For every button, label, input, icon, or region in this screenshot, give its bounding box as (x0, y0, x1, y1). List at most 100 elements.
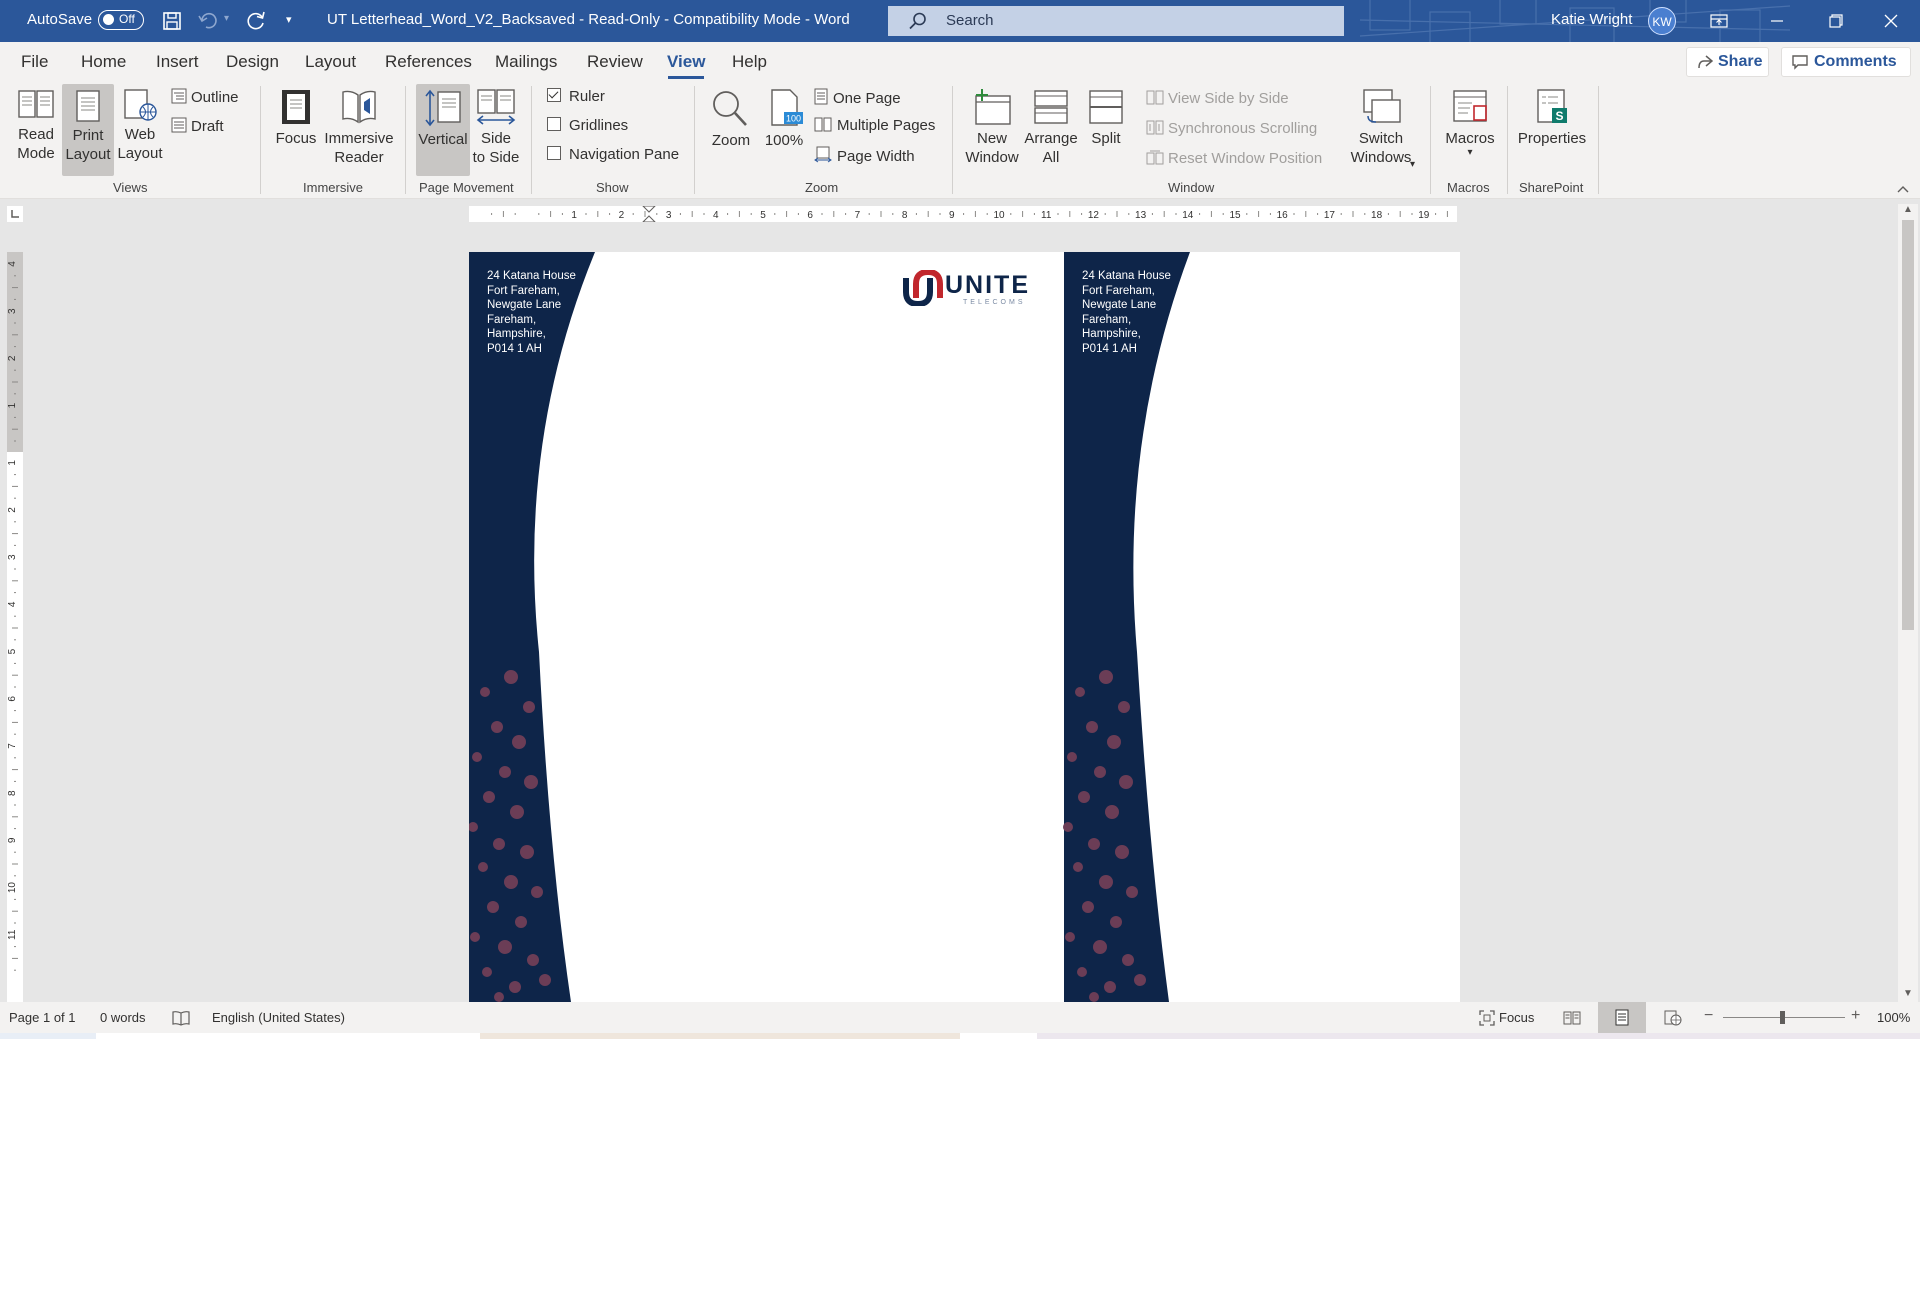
ruler-tick-label: 6 (7, 696, 18, 702)
split-button[interactable]: Split (1084, 88, 1128, 148)
customize-toolbar-icon[interactable]: ▾ (286, 13, 292, 26)
arrange-all-button[interactable]: Arrange All (1020, 88, 1082, 167)
new-window-button[interactable]: New Window (962, 88, 1022, 167)
restore-icon[interactable] (1806, 0, 1864, 42)
avatar[interactable]: KW (1648, 7, 1676, 35)
focus-mode-button[interactable]: Focus (1499, 1010, 1534, 1025)
multiple-pages-button[interactable]: Multiple Pages (814, 117, 935, 134)
group-separator (1507, 86, 1508, 194)
tab-file[interactable]: File (21, 52, 48, 72)
print-layout-view-button[interactable] (1598, 1002, 1646, 1033)
page-width-button[interactable]: Page Width (814, 146, 915, 165)
vertical-ruler-scale: 43211234567891011 (7, 252, 23, 971)
gridlines-checkbox[interactable]: Gridlines (547, 117, 628, 134)
tab-selector-icon[interactable] (7, 206, 23, 222)
autosave-toggle[interactable]: Off (98, 10, 144, 30)
scroll-up-icon[interactable]: ▲ (1903, 204, 1913, 215)
ruler-tick-label: 17 (1324, 210, 1336, 221)
zoom-in-icon[interactable]: + (1851, 1007, 1860, 1025)
scrollbar-thumb[interactable] (1902, 220, 1914, 630)
search-icon (909, 12, 926, 30)
user-name[interactable]: Katie Wright (1551, 11, 1632, 28)
save-icon[interactable] (162, 11, 182, 31)
tab-references[interactable]: References (385, 52, 472, 72)
web-layout-view-icon[interactable] (1664, 1010, 1682, 1026)
vertical-scrollbar[interactable]: ▲ ▼ (1898, 204, 1918, 1002)
page-count[interactable]: Page 1 of 1 (9, 1010, 76, 1025)
decorative-dot (1065, 932, 1075, 942)
switch-windows-button[interactable]: Switch Windows ▾ (1336, 88, 1426, 170)
horizontal-ruler[interactable]: 1234567891011121314151617181920 (469, 206, 1457, 222)
decorative-dot (1119, 775, 1133, 789)
comments-button[interactable]: Comments (1781, 47, 1911, 77)
collapse-ribbon-icon[interactable] (1896, 184, 1910, 194)
web-layout-button[interactable]: Web Layout (116, 88, 164, 163)
proofing-book-icon[interactable] (172, 1010, 190, 1026)
ruler-tick-label: 1 (571, 210, 577, 221)
decorative-dot (498, 940, 512, 954)
undo-dropdown-icon[interactable]: ▾ (224, 13, 229, 24)
redo-icon[interactable] (245, 11, 267, 31)
zoom-slider-thumb[interactable] (1780, 1011, 1785, 1024)
one-page-button[interactable]: One Page (814, 88, 901, 107)
print-layout-icon (76, 90, 100, 122)
tab-insert[interactable]: Insert (156, 52, 199, 72)
zoom-out-icon[interactable]: − (1704, 1007, 1713, 1025)
decorative-dot (491, 721, 503, 733)
ruler-tick-label: 6 (807, 210, 813, 221)
navigation-pane-checkbox[interactable]: Navigation Pane (547, 146, 679, 163)
decorative-dot (1093, 940, 1107, 954)
decorative-dot (1086, 721, 1098, 733)
split-label: Split (1091, 130, 1121, 147)
minimize-icon[interactable] (1748, 0, 1806, 42)
undo-icon[interactable] (198, 12, 222, 30)
tab-layout[interactable]: Layout (305, 52, 356, 72)
properties-label: Properties (1517, 130, 1587, 147)
ribbon-display-options-icon[interactable] (1690, 0, 1748, 42)
reset-window-position-button[interactable]: Reset Window Position (1146, 150, 1322, 167)
zoom-button[interactable]: Zoom (705, 88, 757, 150)
view-side-by-side-button[interactable]: View Side by Side (1146, 90, 1289, 107)
decorative-dot (1104, 981, 1116, 993)
ruler-checkbox[interactable]: Ruler (547, 88, 605, 105)
tab-review[interactable]: Review (587, 52, 643, 72)
tab-design[interactable]: Design (226, 52, 279, 72)
decorative-dot (504, 670, 518, 684)
print-layout-button[interactable]: Print Layout (62, 84, 114, 176)
read-mode-button[interactable]: Read Mode (8, 88, 64, 163)
scroll-down-icon[interactable]: ▼ (1903, 988, 1913, 999)
logo-wordmark: UNITE (945, 271, 1030, 299)
search-box[interactable]: Search (888, 6, 1344, 36)
vertical-button[interactable]: Vertical (416, 84, 470, 176)
title-bar: AutoSave Off ▾ ▾ UT Letterhead_Word_V2_B… (0, 0, 1920, 42)
language[interactable]: English (United States) (212, 1010, 345, 1025)
vertical-ruler[interactable]: 4 3 2 1 1 2 3 4 5 6 7 8 9 10 11 (7, 252, 23, 1002)
ruler-tick-label: 9 (7, 837, 18, 843)
synchronous-scrolling-button[interactable]: Synchronous Scrolling (1146, 120, 1317, 137)
tab-help[interactable]: Help (732, 52, 767, 72)
zoom-level[interactable]: 100% (1877, 1010, 1910, 1025)
zoom-100-button[interactable]: 100 100% (759, 88, 809, 150)
immersive-reader-button[interactable]: Immersive Reader (322, 88, 396, 167)
tab-view[interactable]: View (667, 52, 705, 72)
close-icon[interactable] (1862, 0, 1920, 42)
ruler-tick-label: 8 (902, 210, 908, 221)
ruler-tick-label: 1 (7, 460, 18, 466)
word-count[interactable]: 0 words (100, 1010, 146, 1025)
draft-button[interactable]: Draft (171, 117, 224, 135)
focus-button[interactable]: Focus (274, 88, 318, 148)
side-to-side-button[interactable]: Side to Side (470, 88, 522, 167)
tab-home[interactable]: Home (81, 52, 126, 72)
properties-button[interactable]: S Properties (1514, 88, 1590, 148)
ruler-tick-label: 12 (1088, 210, 1100, 221)
tab-mailings[interactable]: Mailings (495, 52, 557, 72)
read-mode-view-icon[interactable] (1563, 1010, 1581, 1026)
autosave-toggle-knob (103, 14, 114, 25)
ruler-tick-label: 10 (993, 210, 1005, 221)
document-page[interactable]: 24 Katana House Fort Fareham, Newgate La… (469, 252, 1460, 1002)
print-layout-label: Print Layout (65, 127, 111, 163)
show-group-label: Show (596, 180, 629, 195)
outline-button[interactable]: Outline (171, 88, 239, 106)
macros-button[interactable]: Macros ▾ (1440, 88, 1500, 158)
share-button[interactable]: Share (1686, 47, 1769, 77)
